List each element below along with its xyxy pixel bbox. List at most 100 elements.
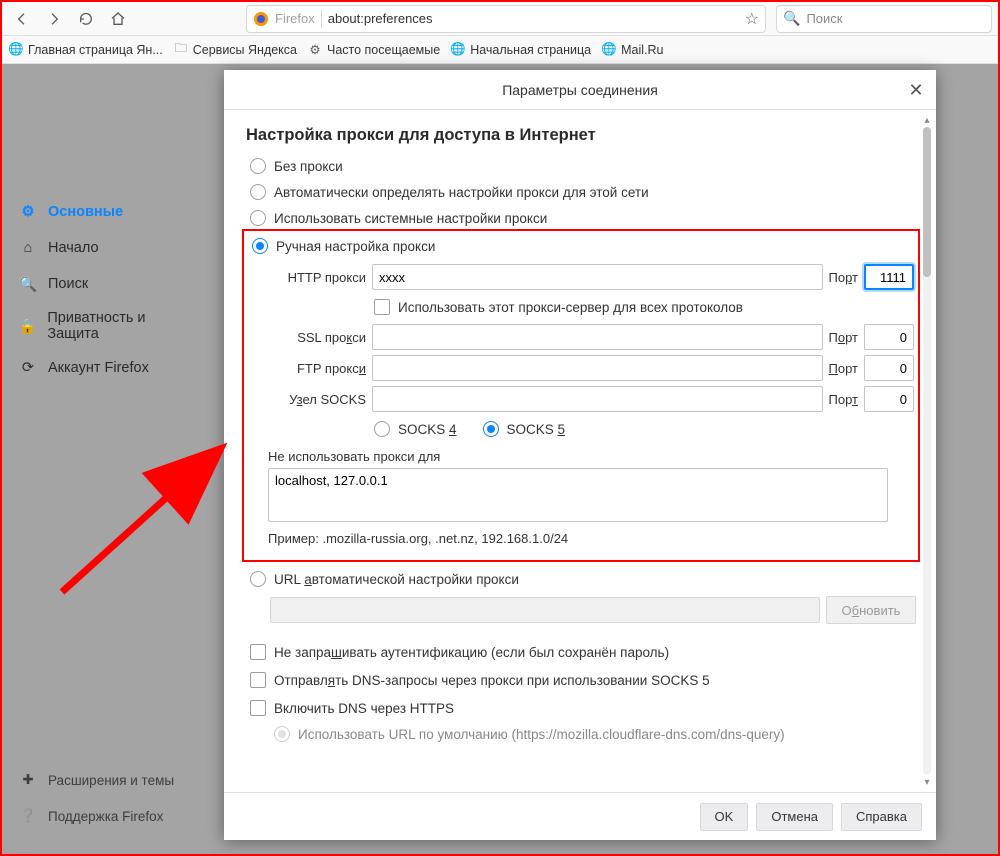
bookmark-item[interactable]: 🌐Главная страница Ян... (8, 42, 163, 58)
sidebar-item-search[interactable]: 🔍Поиск (12, 266, 202, 302)
bookmarks-bar: 🌐Главная страница Ян... 🗀Сервисы Яндекса… (2, 36, 998, 64)
socks-port-label: Порт (829, 392, 859, 407)
socks-version-group: SOCKS 4 SOCKS 5 (374, 417, 914, 445)
no-proxy-for-input[interactable] (268, 468, 888, 522)
ftp-port-input[interactable] (864, 355, 914, 381)
no-auth-checkbox[interactable]: Не запрашивать аутентификацию (если был … (246, 638, 916, 666)
radio-icon (250, 158, 266, 174)
bookmark-item[interactable]: 🌐Начальная страница (450, 42, 591, 58)
doh-checkbox[interactable]: Включить DNS через HTTPS (246, 694, 916, 722)
sidebar-item-privacy[interactable]: 🔒Приватность и Защита (12, 302, 202, 350)
http-proxy-label: HTTP прокси (268, 270, 366, 285)
dialog-title: Параметры соединения (502, 82, 658, 98)
bookmark-star-icon[interactable]: ☆ (745, 9, 759, 29)
cancel-button[interactable]: Отмена (756, 803, 833, 831)
lock-icon: 🔒 (18, 316, 37, 336)
radio-icon (274, 726, 290, 742)
home-icon: ⌂ (18, 238, 38, 258)
sidebar-item-account[interactable]: ⟳Аккаунт Firefox (12, 350, 202, 386)
no-proxy-for-label: Не использовать прокси для (268, 449, 914, 464)
socks-host-input[interactable] (372, 386, 823, 412)
radio-icon (252, 238, 268, 254)
socks-host-label: Узел SOCKS (268, 392, 366, 407)
http-port-label: Порт (829, 270, 859, 285)
globe-icon: 🌐 (8, 42, 24, 58)
ok-button[interactable]: OK (700, 803, 749, 831)
globe-icon: 🌐 (601, 42, 617, 58)
back-button[interactable] (8, 5, 36, 33)
ssl-port-label: Порт (829, 330, 858, 345)
radio-socks5[interactable] (483, 421, 499, 437)
search-icon: 🔍 (783, 10, 800, 27)
help-button[interactable]: Справка (841, 803, 922, 831)
radio-pac-url[interactable]: URL автоматической настройки прокси (246, 566, 916, 592)
ftp-proxy-input[interactable] (372, 355, 823, 381)
socks-port-input[interactable] (864, 386, 914, 412)
no-proxy-example: Пример: .mozilla-russia.org, .net.nz, 19… (268, 531, 914, 546)
ssl-proxy-row: SSL прокси Порт (268, 324, 914, 350)
urlbar-separator (321, 10, 322, 28)
ftp-proxy-label: FTP прокси (268, 361, 366, 376)
scroll-up-icon[interactable]: ▴ (920, 114, 934, 126)
sidebar-item-general[interactable]: ⚙Основные (12, 194, 202, 230)
radio-no-proxy[interactable]: Без прокси (246, 153, 916, 179)
proxy-heading: Настройка прокси для доступа в Интернет (246, 126, 916, 145)
scroll-down-icon[interactable]: ▾ (920, 776, 934, 788)
checkbox-icon (374, 299, 390, 315)
reload-button[interactable] (72, 5, 100, 33)
bookmark-item[interactable]: 🌐Mail.Ru (601, 42, 663, 58)
radio-icon (250, 571, 266, 587)
dialog-footer: OK Отмена Справка (224, 792, 936, 840)
use-for-all-checkbox[interactable]: Использовать этот прокси-сервер для всех… (374, 295, 914, 319)
bookmark-item[interactable]: ⚙Часто посещаемые (307, 42, 440, 58)
doh-default-radio: Использовать URL по умолчанию (https://m… (246, 722, 916, 746)
forward-button[interactable] (40, 5, 68, 33)
radio-auto-detect[interactable]: Автоматически определять настройки прокс… (246, 179, 916, 205)
radio-system-proxy[interactable]: Использовать системные настройки прокси (246, 205, 916, 231)
home-button[interactable] (104, 5, 132, 33)
globe-icon: 🌐 (450, 42, 466, 58)
dialog-body: Настройка прокси для доступа в Интернет … (224, 110, 936, 792)
search-bar[interactable]: 🔍 Поиск (776, 5, 992, 33)
url-bar[interactable]: Firefox about:preferences ☆ (246, 5, 766, 33)
bookmark-folder[interactable]: 🗀Сервисы Яндекса (173, 42, 297, 58)
socks-dns-checkbox[interactable]: Отправлять DNS-запросы через прокси при … (246, 666, 916, 694)
radio-socks4[interactable] (374, 421, 390, 437)
browser-toolbar: Firefox about:preferences ☆ 🔍 Поиск (2, 2, 998, 36)
dialog-header: Параметры соединения ✕ (224, 70, 936, 110)
manual-proxy-highlight: Ручная настройка прокси HTTP прокси Порт… (242, 229, 920, 562)
dialog-scrollbar[interactable]: ▴ ▾ (920, 114, 934, 788)
checkbox-icon (250, 644, 266, 660)
http-proxy-input[interactable] (372, 264, 823, 290)
urlbar-brand: Firefox (275, 11, 315, 26)
gear-icon: ⚙ (18, 202, 38, 222)
connection-settings-dialog: Параметры соединения ✕ Настройка прокси … (224, 70, 936, 840)
ftp-port-label: Порт (829, 361, 858, 376)
firefox-icon (253, 11, 269, 27)
checkbox-icon (250, 672, 266, 688)
checkbox-icon (250, 700, 266, 716)
sync-icon: ⟳ (18, 358, 38, 378)
gear-icon: ⚙ (307, 42, 323, 58)
search-placeholder: Поиск (806, 11, 842, 26)
socks-host-row: Узел SOCKS Порт (268, 386, 914, 412)
sidebar-item-home[interactable]: ⌂Начало (12, 230, 202, 266)
folder-icon: 🗀 (173, 42, 189, 58)
pac-url-row: Обновить (270, 596, 916, 624)
close-button[interactable]: ✕ (904, 78, 928, 102)
refresh-button: Обновить (826, 596, 916, 624)
ssl-proxy-label: SSL прокси (268, 330, 366, 345)
radio-icon (250, 210, 266, 226)
http-proxy-row: HTTP прокси Порт (268, 264, 914, 290)
ftp-proxy-row: FTP прокси Порт (268, 355, 914, 381)
pac-url-input (270, 597, 820, 623)
radio-icon (250, 184, 266, 200)
scroll-thumb[interactable] (923, 127, 931, 277)
search-icon: 🔍 (18, 274, 38, 294)
ssl-port-input[interactable] (864, 324, 914, 350)
http-port-input[interactable] (864, 264, 914, 290)
radio-manual-proxy[interactable]: Ручная настройка прокси (248, 233, 914, 259)
preferences-sidebar: ⚙Основные ⌂Начало 🔍Поиск 🔒Приватность и … (12, 194, 202, 386)
urlbar-address: about:preferences (328, 11, 739, 26)
ssl-proxy-input[interactable] (372, 324, 823, 350)
